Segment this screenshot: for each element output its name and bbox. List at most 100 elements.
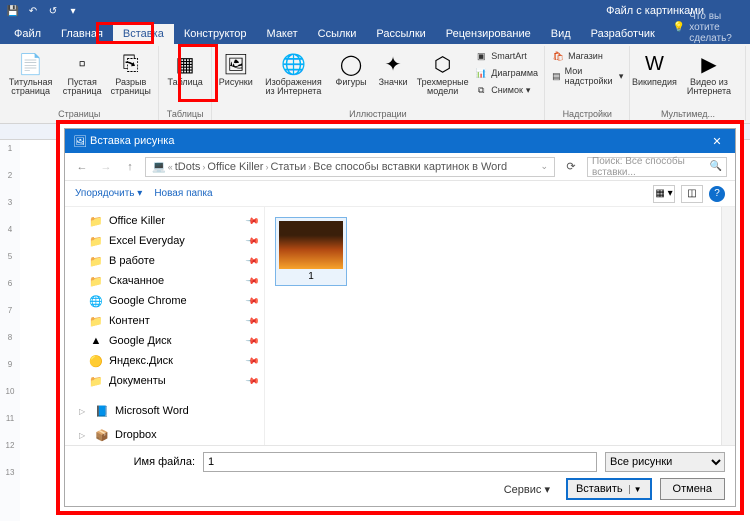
pin-icon[interactable]: 📌 [245, 373, 261, 389]
group-tables: ▦Таблица Таблицы [159, 46, 211, 121]
group-addins-label: Надстройки [563, 109, 612, 119]
scrollbar[interactable] [721, 207, 735, 445]
tab-home[interactable]: Главная [51, 24, 113, 44]
service-button[interactable]: Сервис ▾ [504, 483, 550, 496]
folder-icon: 📁 [89, 274, 103, 288]
3d-models-button[interactable]: ⬡Трехмерные модели [415, 48, 470, 109]
tab-mailings[interactable]: Рассылки [366, 24, 435, 44]
close-icon[interactable]: ✕ [707, 135, 727, 148]
dialog-toolbar: Упорядочить ▾ Новая папка ▦ ▾ ◫ ? [65, 181, 735, 207]
file-filter-dropdown[interactable]: Все рисунки [605, 452, 725, 472]
preview-pane-button[interactable]: ◫ [681, 185, 703, 203]
search-input[interactable]: Поиск: Все способы вставки... 🔍 [587, 157, 727, 177]
smartart-button[interactable]: ▣SmartArt [472, 48, 540, 64]
cover-page-button[interactable]: 📄Титульная страница [4, 48, 57, 109]
tree-item[interactable]: ▲Google Диск📌 [65, 331, 264, 351]
back-button[interactable]: ← [73, 158, 91, 176]
tree-label: Google Диск [109, 335, 171, 347]
group-pages: 📄Титульная страница ▫Пустая страница ⎘Ра… [0, 46, 159, 121]
qat-dropdown-icon[interactable]: ▾ [66, 4, 80, 18]
wikipedia-button[interactable]: WВикипедия [634, 48, 674, 109]
tab-review[interactable]: Рецензирование [436, 24, 541, 44]
cancel-button[interactable]: Отмена [660, 478, 725, 500]
pin-icon[interactable]: 📌 [245, 333, 261, 349]
newfolder-button[interactable]: Новая папка [154, 188, 212, 199]
crumb-1[interactable]: Office Killer [207, 161, 263, 173]
dropbox-icon: 📦 [95, 428, 109, 442]
redo-icon[interactable]: ↺ [46, 4, 60, 18]
pin-icon[interactable]: 📌 [245, 273, 261, 289]
chevron-right-icon[interactable]: ▷ [79, 407, 89, 416]
dialog-footer: Имя файла: Все рисунки Сервис ▾ Вставить… [65, 445, 735, 506]
group-illustrations: 🖼Рисунки 🌐Изображения из Интернета ◯Фигу… [212, 46, 545, 121]
tree-item[interactable]: 🟡Яндекс.Диск📌 [65, 351, 264, 371]
group-media: WВикипедия ▶Видео из Интернета Мультимед… [630, 46, 746, 121]
shapes-button[interactable]: ◯Фигуры [331, 48, 371, 109]
screenshot-button[interactable]: ⧉Снимок ▾ [472, 82, 540, 98]
file-list[interactable]: 1 [265, 207, 735, 445]
insert-split-icon[interactable]: ▼ [629, 485, 642, 494]
folder-tree[interactable]: 📁Office Killer📌📁Excel Everyday📌📁В работе… [65, 207, 265, 445]
chart-button[interactable]: 📊Диаграмма [472, 65, 540, 81]
tree-item[interactable]: 🌐Google Chrome📌 [65, 291, 264, 311]
save-icon[interactable]: 💾 [6, 4, 20, 18]
tree-item[interactable]: ▷ 📦 Dropbox [65, 425, 264, 445]
pin-icon[interactable]: 📌 [245, 353, 261, 369]
tab-file[interactable]: Файл [4, 24, 51, 44]
dialog-icon: 🖼 [73, 135, 87, 148]
tree-label: В работе [109, 255, 155, 267]
group-pages-label: Страницы [58, 109, 100, 119]
online-video-button[interactable]: ▶Видео из Интернета [676, 48, 741, 109]
undo-icon[interactable]: ↶ [26, 4, 40, 18]
tree-item[interactable]: 📁Office Killer📌 [65, 211, 264, 231]
breadcrumb[interactable]: 💻 « tDots› Office Killer› Статьи› Все сп… [145, 157, 555, 177]
myaddins-button[interactable]: ▤Мои надстройки ▾ [549, 65, 625, 87]
pin-icon[interactable]: 📌 [245, 293, 261, 309]
tree-item[interactable]: 📁Контент📌 [65, 311, 264, 331]
blank-page-button[interactable]: ▫Пустая страница [59, 48, 105, 109]
crumb-2[interactable]: Статьи [270, 161, 306, 173]
refresh-icon[interactable]: ⟳ [561, 160, 581, 173]
tab-developer[interactable]: Разработчик [581, 24, 665, 44]
tree-item[interactable]: 📁Документы📌 [65, 371, 264, 391]
chrome-icon: 🌐 [89, 294, 103, 308]
pictures-button[interactable]: 🖼Рисунки [216, 48, 256, 109]
filename-input[interactable] [203, 452, 597, 472]
tree-item[interactable]: 📁Excel Everyday📌 [65, 231, 264, 251]
tab-references[interactable]: Ссылки [308, 24, 367, 44]
table-button[interactable]: ▦Таблица [163, 48, 206, 109]
online-pictures-button[interactable]: 🌐Изображения из Интернета [258, 48, 329, 109]
up-button[interactable]: ↑ [121, 158, 139, 176]
crumb-3[interactable]: Все способы вставки картинок в Word [313, 161, 507, 173]
organize-button[interactable]: Упорядочить ▾ [75, 188, 142, 199]
file-thumb[interactable]: 1 [275, 217, 347, 286]
forward-button[interactable]: → [97, 158, 115, 176]
tree-label: Яндекс.Диск [109, 355, 173, 367]
tab-view[interactable]: Вид [541, 24, 581, 44]
folder-icon: 📁 [89, 234, 103, 248]
tab-design[interactable]: Конструктор [174, 24, 257, 44]
tab-layout[interactable]: Макет [257, 24, 308, 44]
insert-button[interactable]: Вставить▼ [566, 478, 652, 500]
store-button[interactable]: 🛍Магазин [549, 48, 625, 64]
tell-me[interactable]: 💡 Что вы хотите сделать? [673, 11, 750, 44]
pin-icon[interactable]: 📌 [245, 213, 261, 229]
page-break-button[interactable]: ⎘Разрыв страницы [107, 48, 154, 109]
pin-icon[interactable]: 📌 [245, 233, 261, 249]
chevron-right-icon[interactable]: ▷ [79, 431, 89, 440]
crumb-0[interactable]: tDots [175, 161, 201, 173]
tree-label: Dropbox [115, 429, 157, 441]
tree-item[interactable]: 📁В работе📌 [65, 251, 264, 271]
folder-icon: 📁 [89, 214, 103, 228]
tab-insert[interactable]: Вставка [113, 24, 174, 44]
view-mode-button[interactable]: ▦ ▾ [653, 185, 675, 203]
pin-icon[interactable]: 📌 [245, 313, 261, 329]
window-titlebar: 💾 ↶ ↺ ▾ Файл с картинками [0, 0, 750, 22]
dialog-title: Вставка рисунка [90, 135, 174, 147]
tree-item[interactable]: ▷📘Microsoft Word [65, 401, 264, 421]
vertical-ruler: 12345678910111213 [0, 140, 20, 521]
pin-icon[interactable]: 📌 [245, 253, 261, 269]
icons-button[interactable]: ✦Значки [373, 48, 413, 109]
help-icon[interactable]: ? [709, 186, 725, 202]
tree-item[interactable]: 📁Скачанное📌 [65, 271, 264, 291]
